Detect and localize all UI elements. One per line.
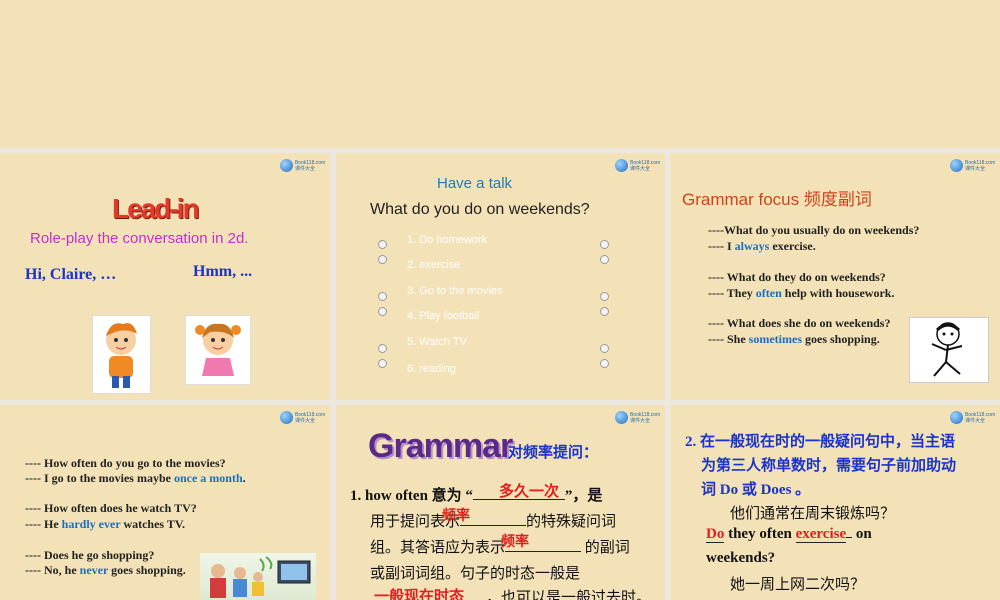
- binder-ring-icon: [600, 240, 609, 249]
- dialogue-line: ---- He hardly ever watches TV.: [25, 517, 186, 531]
- slide-title: Lead-in: [112, 193, 200, 224]
- example-answer-end: weekends?: [706, 550, 776, 566]
- talk-item: 1. Do homework: [407, 234, 488, 246]
- girl-cartoon-image: [185, 315, 251, 385]
- binder-ring-icon: [378, 255, 387, 264]
- talk-item: 5. Watch TV: [407, 336, 467, 348]
- talk-question: What do you do on weekends?: [370, 201, 590, 218]
- grammar-line-2: 用于提问表示 的特殊疑问词: [370, 514, 617, 530]
- dialogue-line: ---- I go to the movies maybe once a mon…: [25, 471, 246, 485]
- talk-item: 2. exercise: [407, 259, 461, 271]
- dialogue-line: ---- She sometimes goes shopping.: [708, 332, 880, 346]
- logo-icon: Book118.com 课件大全: [950, 411, 995, 425]
- slide-grammar-focus[interactable]: Book118.com 课件大全 Grammar focus 频度副词 ----W…: [670, 153, 1000, 400]
- logo-icon: Book118.com 课件大全: [615, 159, 660, 173]
- grammar-line-3: 组。其答语应为表示 的副词: [370, 540, 630, 556]
- section-heading: 对频率提问：: [508, 445, 599, 461]
- slide-title: Have a talk: [437, 175, 513, 192]
- dialogue-line: ---- They often help with housework.: [708, 286, 895, 300]
- answer-frequency: 频率: [501, 535, 529, 550]
- binder-ring-icon: [378, 240, 387, 249]
- dialogue-left: Hi, Claire, …: [25, 266, 117, 283]
- slide-grammar[interactable]: Book118.com 课件大全 Grammar 对频率提问： 1. how of…: [336, 405, 665, 600]
- logo-icon: Book118.com 课件大全: [615, 411, 660, 425]
- dialogue-line: ----What do you usually do on weekends?: [708, 223, 920, 237]
- dialogue-line: ---- I always exercise.: [708, 239, 816, 253]
- grammar-line-5: ，也可以是一般过去时。: [486, 590, 652, 600]
- rule-line: 词 Do 或 Does 。: [701, 482, 811, 498]
- binder-ring-icon: [600, 307, 609, 316]
- binder-ring-icon: [378, 359, 387, 368]
- dialogue-line: ---- How often does he watch TV?: [25, 501, 197, 515]
- rule-line: 2. 在一般现在时的一般疑问句中，当主语: [685, 434, 956, 450]
- grammar-line-1: 1. how often 意为 “”，是: [350, 488, 603, 504]
- binder-ring-icon: [378, 307, 387, 316]
- answer-present-tense: 一般现在时态: [374, 589, 465, 600]
- slide-preview-strip: [0, 0, 1000, 148]
- slide-subtitle: Role-play the conversation in 2d.: [30, 230, 249, 247]
- answer-frequency: 频率: [442, 509, 470, 524]
- example-question: 他们通常在周末锻炼吗？: [730, 506, 896, 522]
- dialogue-right: Hmm, ...: [193, 263, 253, 280]
- grammar-line-4: 或副词词组。句子的时态一般是: [370, 566, 581, 582]
- talk-item: 3. Go to the movies: [407, 285, 503, 297]
- talk-item: 6. reading: [407, 363, 456, 375]
- answer-often: 多久一次: [499, 484, 560, 500]
- binder-ring-icon: [378, 344, 387, 353]
- slide-general-question[interactable]: Book118.com 课件大全 2. 在一般现在时的一般疑问句中，当主语 为第三…: [670, 405, 1000, 600]
- binder-ring-icon: [600, 344, 609, 353]
- binder-ring-icon: [600, 255, 609, 264]
- dialogue-line: ---- What do they do on weekends?: [708, 270, 886, 284]
- slide-how-often[interactable]: Book118.com 课件大全 ---- How often do you go…: [0, 405, 330, 600]
- rule-line: 为第三人称单数时，需要句子前加助动: [701, 458, 957, 474]
- example-answer: Do they often exercise on: [706, 526, 872, 543]
- dialogue-line: ---- No, he never goes shopping.: [25, 563, 186, 577]
- logo-icon: Book118.com 课件大全: [280, 159, 325, 173]
- binder-ring-icon: [600, 292, 609, 301]
- logo-icon: Book118.com 课件大全: [280, 411, 325, 425]
- slide-title: Grammar: [368, 427, 513, 465]
- binder-ring-icon: [378, 292, 387, 301]
- dialogue-line: ---- How often do you go to the movies?: [25, 456, 226, 470]
- logo-icon: Book118.com 课件大全: [950, 159, 995, 173]
- boy-cartoon-image: [92, 315, 151, 394]
- binder-ring-icon: [600, 359, 609, 368]
- slide-lead-in[interactable]: Book118.com 课件大全 Lead-in Role-play the co…: [0, 153, 330, 400]
- family-tv-photo: [200, 553, 316, 600]
- example-question: 她一周上网二次吗？: [730, 577, 866, 593]
- talk-item: 4. Play football: [407, 310, 480, 322]
- dialogue-line: ---- Does he go shopping?: [25, 548, 155, 562]
- slide-title: Grammar focus 频度副词: [682, 190, 872, 209]
- dialogue-line: ---- What does she do on weekends?: [708, 316, 891, 330]
- slide-have-a-talk[interactable]: Book118.com 课件大全 Have a talk What do you …: [336, 153, 665, 400]
- running-man-image: [909, 317, 989, 383]
